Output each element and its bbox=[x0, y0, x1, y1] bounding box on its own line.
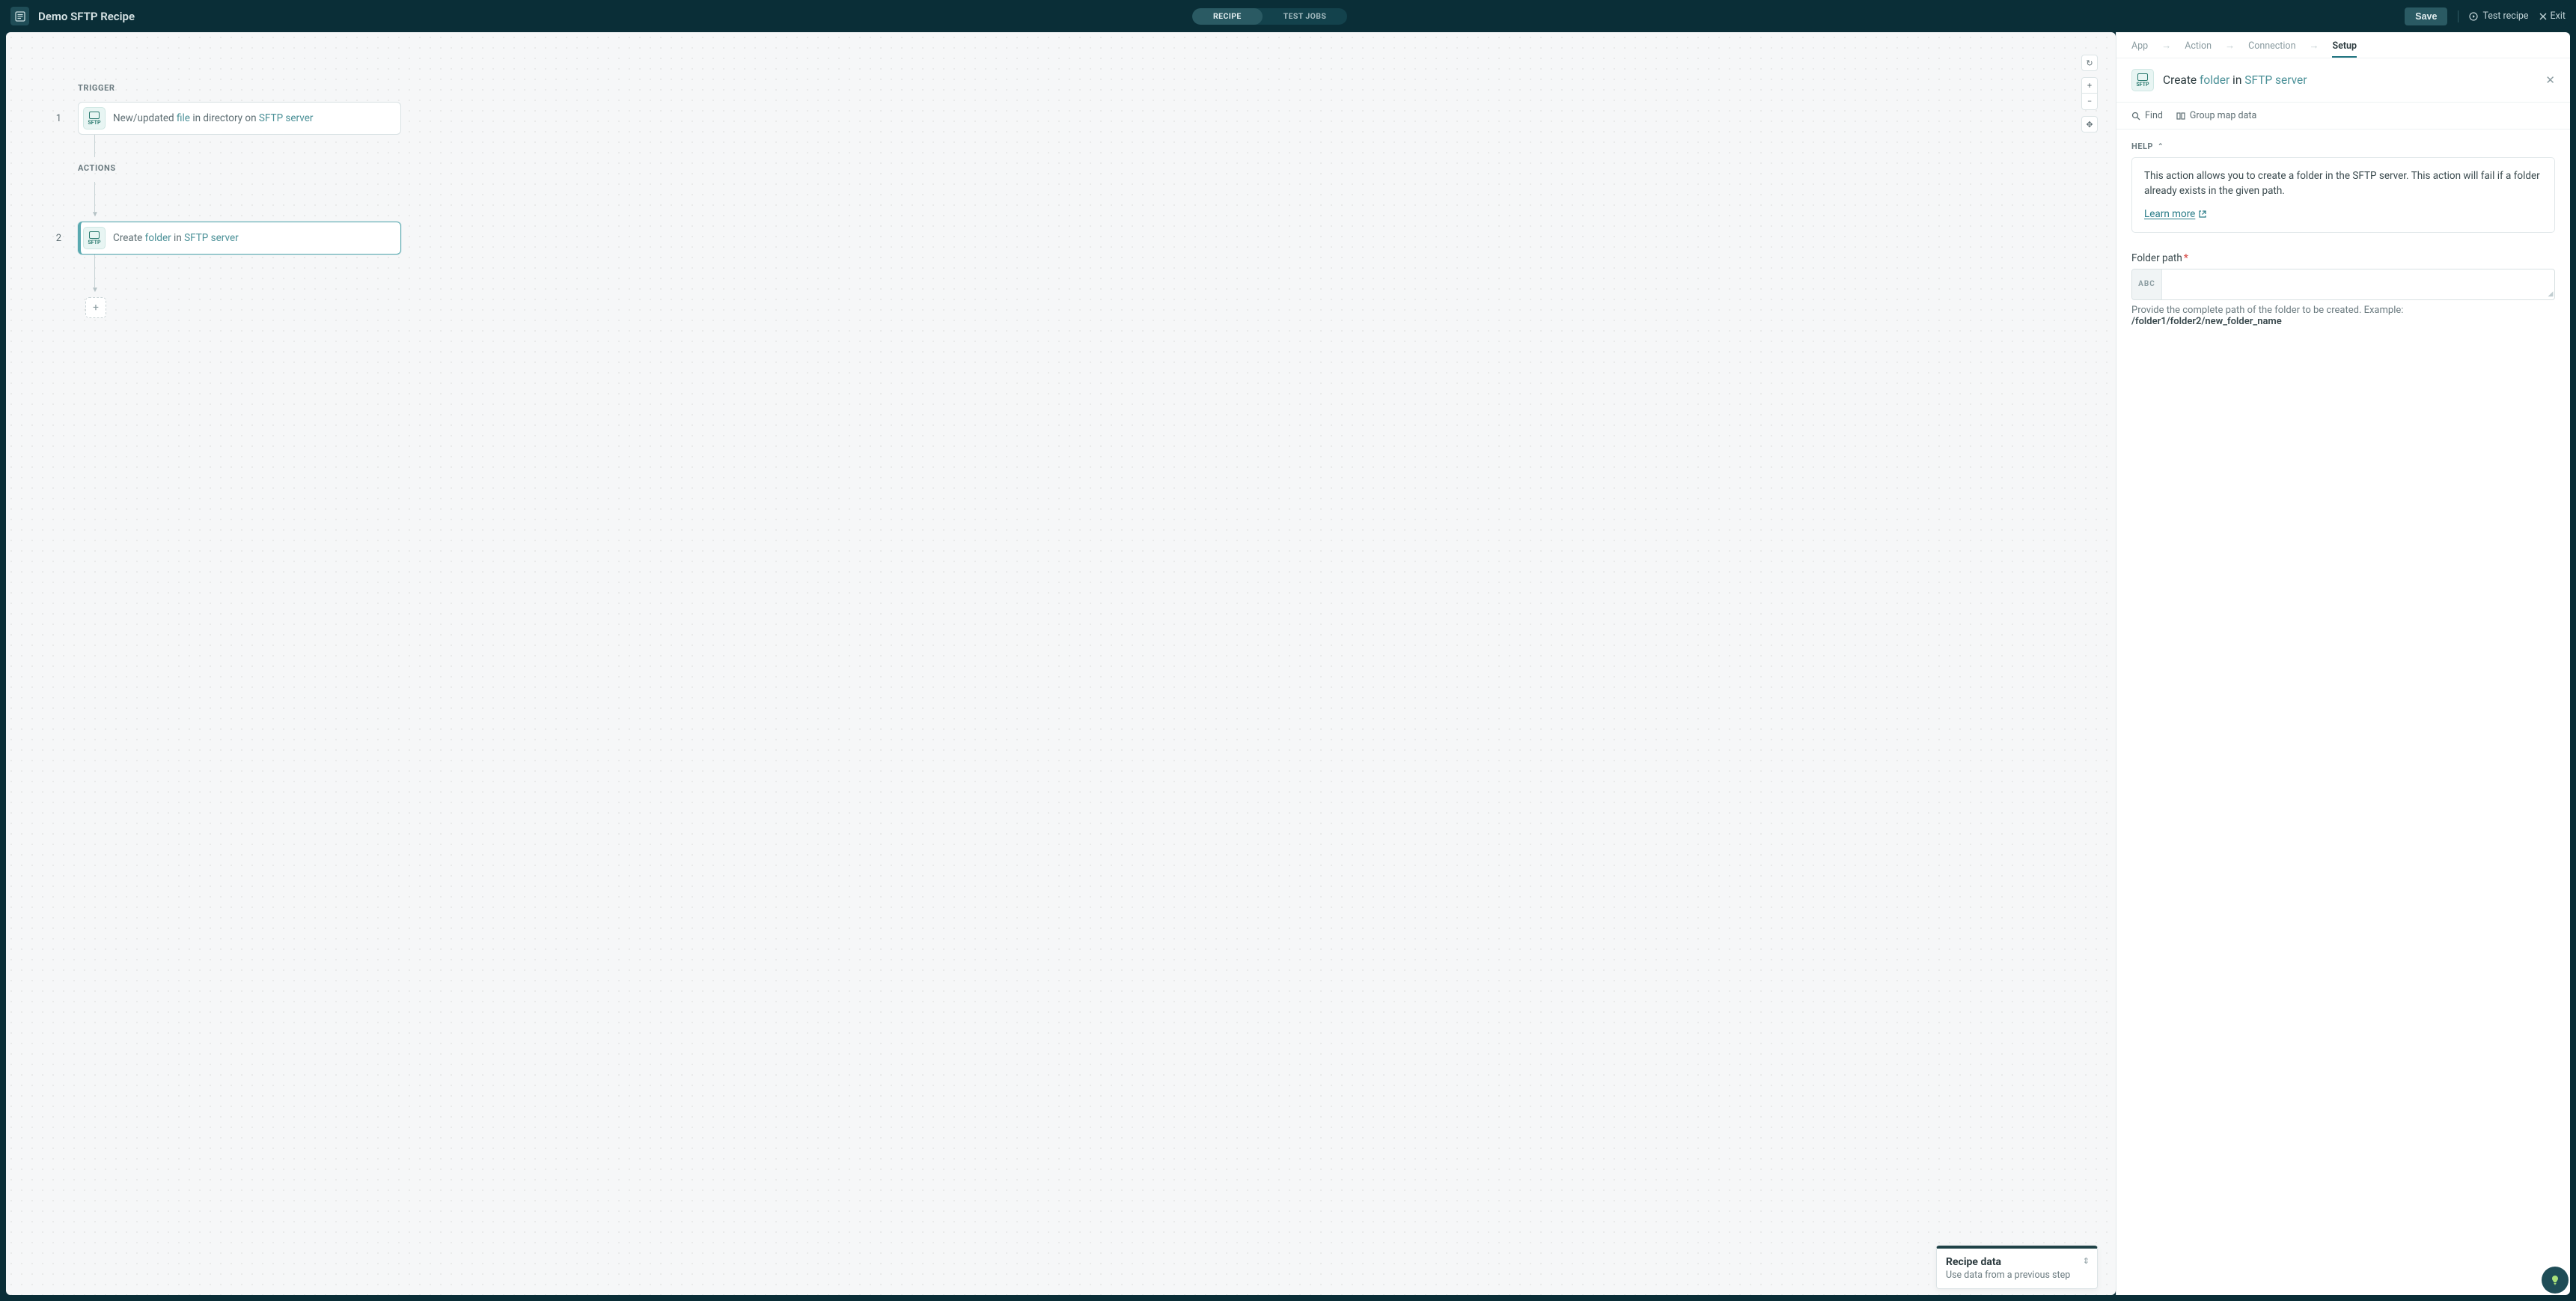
chevron-right-icon: → bbox=[2225, 40, 2235, 52]
learn-more-link[interactable]: Learn more bbox=[2144, 207, 2206, 222]
recipe-data-subtitle: Use data from a previous step bbox=[1946, 1270, 2088, 1281]
chevron-right-icon: → bbox=[2309, 40, 2319, 52]
panel-title: Create folder in SFTP server bbox=[2163, 73, 2307, 87]
plus-icon: + bbox=[93, 302, 99, 314]
close-icon bbox=[2539, 13, 2547, 20]
folder-path-input[interactable] bbox=[2162, 269, 2547, 299]
config-panel: App → Action → Connection → Setup SFTP C… bbox=[2116, 32, 2570, 1295]
help-fab[interactable] bbox=[2542, 1267, 2569, 1294]
recipe-icon bbox=[10, 7, 29, 25]
exit-button[interactable]: Exit bbox=[2539, 10, 2566, 22]
arrow-down-icon: ▼ bbox=[91, 210, 2071, 219]
connector-line bbox=[94, 255, 95, 287]
crumb-connection[interactable]: Connection bbox=[2248, 40, 2295, 52]
arrow-down-icon: ▼ bbox=[91, 286, 2071, 294]
lightbulb-icon bbox=[2549, 1274, 2561, 1286]
help-section-toggle[interactable]: HELP ⌃ bbox=[2131, 141, 2555, 151]
resize-handle-icon[interactable]: ◢ bbox=[2547, 269, 2554, 299]
recipe-title: Demo SFTP Recipe bbox=[38, 10, 135, 23]
zoom-controls: ↻ + − ✥ bbox=[2081, 55, 2098, 132]
recipe-data-panel[interactable]: ⇕ Recipe data Use data from a previous s… bbox=[1936, 1246, 2098, 1289]
mode-toggle: RECIPE TEST JOBS bbox=[1192, 8, 1347, 25]
crumb-setup[interactable]: Setup bbox=[2332, 40, 2357, 58]
external-link-icon bbox=[2199, 210, 2206, 218]
step-row-trigger: 1 SFTP New/updated file in directory on … bbox=[51, 102, 2071, 135]
zoom-fit-button[interactable]: ✥ bbox=[2081, 116, 2098, 132]
fit-icon: ✥ bbox=[2086, 120, 2093, 130]
field-hint: Provide the complete path of the folder … bbox=[2131, 305, 2555, 327]
save-button[interactable]: Save bbox=[2405, 7, 2447, 25]
panel-toolbar: Find Group map data bbox=[2116, 103, 2570, 130]
folder-path-field: Folder path * ABC ◢ Provide the complete… bbox=[2131, 252, 2555, 327]
action-text: Create folder in SFTP server bbox=[113, 232, 239, 244]
trigger-card[interactable]: SFTP New/updated file in directory on SF… bbox=[78, 102, 401, 135]
panel-body: HELP ⌃ This action allows you to create … bbox=[2116, 130, 2570, 1295]
folder-path-input-row: ABC ◢ bbox=[2131, 269, 2555, 300]
divider bbox=[2458, 10, 2459, 22]
step-number: 2 bbox=[51, 233, 61, 244]
columns-icon bbox=[2176, 112, 2185, 121]
connector-line bbox=[94, 135, 95, 157]
find-label: Find bbox=[2145, 110, 2163, 121]
exit-label: Exit bbox=[2551, 10, 2566, 22]
required-indicator: * bbox=[2184, 252, 2188, 264]
test-recipe-button[interactable]: Test recipe bbox=[2469, 10, 2528, 22]
action-card-selected[interactable]: SFTP Create folder in SFTP server bbox=[78, 222, 401, 255]
zoom-reset-button[interactable]: ↻ bbox=[2081, 55, 2098, 71]
chevron-right-icon: → bbox=[2161, 40, 2171, 52]
zoom-out-button[interactable]: − bbox=[2081, 94, 2098, 110]
sftp-app-icon: SFTP bbox=[83, 107, 106, 130]
canvas[interactable]: TRIGGER 1 SFTP New/updated file in direc… bbox=[6, 32, 2116, 1295]
connector-line bbox=[94, 182, 95, 212]
breadcrumb: App → Action → Connection → Setup bbox=[2116, 32, 2570, 58]
step-number: 1 bbox=[51, 113, 61, 124]
test-recipe-label: Test recipe bbox=[2482, 10, 2528, 22]
group-map-button[interactable]: Group map data bbox=[2176, 110, 2256, 121]
expand-icon[interactable]: ⇕ bbox=[2083, 1256, 2090, 1266]
crumb-app[interactable]: App bbox=[2131, 40, 2148, 52]
chevron-up-icon: ⌃ bbox=[2158, 143, 2164, 150]
top-bar: Demo SFTP Recipe RECIPE TEST JOBS Save T… bbox=[0, 0, 2576, 32]
crumb-action[interactable]: Action bbox=[2185, 40, 2212, 52]
sftp-app-icon: SFTP bbox=[83, 227, 106, 249]
field-label: Folder path * bbox=[2131, 252, 2555, 264]
close-panel-button[interactable]: ✕ bbox=[2545, 73, 2555, 87]
refresh-icon: ↻ bbox=[2086, 58, 2093, 68]
plus-icon: + bbox=[2087, 81, 2092, 91]
toggle-recipe[interactable]: RECIPE bbox=[1192, 8, 1263, 25]
recipe-data-title: Recipe data bbox=[1946, 1256, 2088, 1268]
help-box: This action allows you to create a folde… bbox=[2131, 157, 2555, 233]
group-map-label: Group map data bbox=[2190, 110, 2256, 121]
trigger-section-label: TRIGGER bbox=[78, 83, 2071, 93]
play-icon bbox=[2469, 12, 2478, 21]
close-icon: ✕ bbox=[2545, 73, 2555, 87]
main: TRIGGER 1 SFTP New/updated file in direc… bbox=[0, 32, 2576, 1301]
search-icon bbox=[2131, 112, 2140, 121]
type-badge: ABC bbox=[2132, 269, 2162, 299]
actions-section-label: ACTIONS bbox=[78, 163, 2071, 173]
trigger-text: New/updated file in directory on SFTP se… bbox=[113, 112, 313, 124]
panel-header: SFTP Create folder in SFTP server ✕ bbox=[2116, 58, 2570, 103]
add-step-button[interactable]: + bbox=[85, 297, 106, 318]
help-text: This action allows you to create a folde… bbox=[2144, 168, 2542, 199]
toggle-test-jobs[interactable]: TEST JOBS bbox=[1263, 8, 1348, 25]
step-row-action: 2 SFTP Create folder in SFTP server bbox=[51, 222, 2071, 255]
minus-icon: − bbox=[2087, 97, 2092, 106]
find-button[interactable]: Find bbox=[2131, 110, 2163, 121]
zoom-in-button[interactable]: + bbox=[2081, 77, 2098, 94]
sftp-app-icon: SFTP bbox=[2131, 69, 2154, 91]
